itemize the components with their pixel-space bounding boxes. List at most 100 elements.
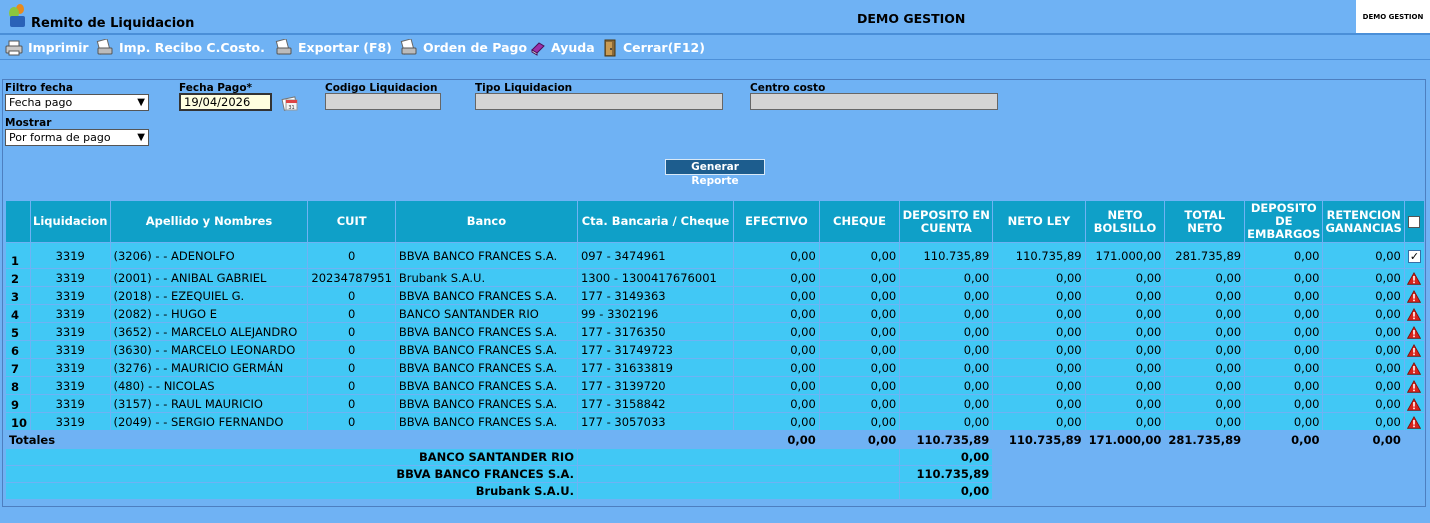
efectivo-cell: 0,00 <box>733 304 820 323</box>
table-row[interactable]: 6 3319 (3630) - - MARCELO LEONARDO 0 BBVA BA… <box>4 340 1426 359</box>
mostrar-label: Mostrar <box>5 117 52 129</box>
close-button[interactable]: Cerrar(F12) <box>602 38 705 57</box>
banco-cell: BANCO SANTANDER RIO <box>394 304 578 323</box>
warning-icon[interactable] <box>1407 289 1422 303</box>
table-row[interactable]: 1 3319 (3206) - - ADENOLFO 0 BBVA BANCO FRAN… <box>4 242 1426 269</box>
generar-reporte-button[interactable]: Generar Reporte <box>665 159 765 187</box>
warning-icon[interactable] <box>1407 379 1422 393</box>
title-bar-background <box>0 0 1356 33</box>
col-header-efectivo[interactable]: EFECTIVO <box>733 200 820 243</box>
row-warning[interactable] <box>1403 340 1426 359</box>
total-neto-cell: 0,00 <box>1164 268 1246 287</box>
checkmark-icon[interactable]: ✓ <box>1407 249 1421 263</box>
col-header-select-all[interactable] <box>1403 200 1426 243</box>
fecha-pago-input[interactable]: 19/04/2026 <box>179 93 272 111</box>
warning-icon[interactable] <box>1407 343 1422 357</box>
row-warning[interactable] <box>1403 376 1426 395</box>
cheque-cell: 0,00 <box>818 376 901 395</box>
efectivo-cell: 0,00 <box>733 286 820 305</box>
row-warning[interactable] <box>1403 286 1426 305</box>
col-header-index <box>4 200 32 243</box>
chevron-down-icon: ▼ <box>137 97 145 108</box>
table-row[interactable]: 2 3319 (2001) - - ANIBAL GABRIEL 2023478795… <box>4 268 1426 287</box>
mostrar-select[interactable]: Por forma de pago ▼ <box>5 129 149 146</box>
row-warning[interactable] <box>1403 412 1426 431</box>
total-embargos: 0,00 <box>1244 430 1324 449</box>
warning-icon[interactable] <box>1407 307 1422 321</box>
retencion-cell: 0,00 <box>1322 322 1405 341</box>
company-name: DEMO GESTION <box>857 11 966 26</box>
col-header-embargos[interactable]: DEPOSITO DE EMBARGOS <box>1244 200 1324 243</box>
table-row[interactable]: 8 3319 (480) - - NICOLAS 0 BBVA BANCO FRANCE… <box>4 376 1426 395</box>
row-warning[interactable] <box>1403 322 1426 341</box>
col-header-cheque[interactable]: CHEQUE <box>818 200 901 243</box>
centro-costo-input[interactable] <box>750 93 998 110</box>
banco-cell: BBVA BANCO FRANCES S.A. <box>394 242 578 269</box>
retencion-cell: 0,00 <box>1322 304 1405 323</box>
banco-cell: BBVA BANCO FRANCES S.A. <box>394 394 578 413</box>
export-button[interactable]: Exportar (F8) <box>275 38 392 57</box>
deposito-cell: 0,00 <box>899 394 994 413</box>
help-button[interactable]: Ayuda <box>530 38 595 57</box>
cta-cell: 99 - 3302196 <box>576 304 735 323</box>
retencion-cell: 0,00 <box>1322 358 1405 377</box>
row-checkbox[interactable]: ✓ <box>1403 242 1426 269</box>
efectivo-cell: 0,00 <box>733 376 820 395</box>
bank-total-value: 0,00 <box>899 448 994 466</box>
warning-icon[interactable] <box>1407 271 1422 285</box>
row-index: 8 <box>4 376 32 395</box>
total-neto-ley: 110.735,89 <box>992 430 1086 449</box>
warning-icon[interactable] <box>1407 361 1422 375</box>
col-header-liquidacion[interactable]: Liquidacion <box>30 200 111 243</box>
calendar-icon[interactable]: 31 <box>281 94 299 112</box>
table-row[interactable]: 3 3319 (2018) - - EZEQUIEL G. 0 BBVA BANCO F… <box>4 286 1426 305</box>
col-header-banco[interactable]: Banco <box>394 200 578 243</box>
bank-total-value: 0,00 <box>899 482 994 500</box>
bank-total-row: BANCO SANTANDER RIO 0,00 <box>5 448 1425 466</box>
col-header-cta[interactable]: Cta. Bancaria / Cheque <box>576 200 735 243</box>
row-index: 4 <box>4 304 32 323</box>
deposito-cell: 0,00 <box>899 268 994 287</box>
cheque-cell: 0,00 <box>818 358 901 377</box>
nombre-cell: (2082) - - HUGO E <box>109 304 309 323</box>
col-header-neto-bolsillo[interactable]: NETO BOLSILLO <box>1084 200 1166 243</box>
total-retencion: 0,00 <box>1322 430 1405 449</box>
cheque-cell: 0,00 <box>818 268 901 287</box>
row-warning[interactable] <box>1403 268 1426 287</box>
table-row[interactable]: 7 3319 (3276) - - MAURICIO GERMÁN 0 BBVA BAN… <box>4 358 1426 377</box>
codigo-liquidacion-input[interactable] <box>325 93 441 110</box>
table-row[interactable]: 9 3319 (3157) - - RAUL MAURICIO 0 BBVA BANCO… <box>4 394 1426 413</box>
filtro-fecha-select[interactable]: Fecha pago ▼ <box>5 94 149 111</box>
col-header-cuit[interactable]: CUIT <box>307 200 396 243</box>
col-header-deposito[interactable]: DEPOSITO EN CUENTA <box>899 200 994 243</box>
col-header-neto-ley[interactable]: NETO LEY <box>992 200 1086 243</box>
select-all-checkbox[interactable] <box>1408 215 1421 228</box>
warning-icon[interactable] <box>1407 325 1422 339</box>
row-warning[interactable] <box>1403 304 1426 323</box>
deposito-cell: 0,00 <box>899 412 994 431</box>
table-row[interactable]: 5 3319 (3652) - - MARCELO ALEJANDRO 0 BBVA B… <box>4 322 1426 341</box>
row-warning[interactable] <box>1403 358 1426 377</box>
payment-order-icon <box>400 38 417 55</box>
col-header-total-neto[interactable]: TOTAL NETO <box>1164 200 1246 243</box>
liquidacion-cell: 3319 <box>30 304 111 323</box>
liquidation-table: Liquidacion Apellido y Nombres CUIT Banc… <box>4 200 1426 500</box>
payment-order-button[interactable]: Orden de Pago <box>400 38 527 57</box>
embargos-cell: 0,00 <box>1244 376 1324 395</box>
bank-total-spacer <box>576 465 901 483</box>
warning-icon[interactable] <box>1407 397 1422 411</box>
deposito-cell: 0,00 <box>899 304 994 323</box>
col-header-retencion[interactable]: RETENCION GANANCIAS <box>1322 200 1405 243</box>
print-button[interactable]: Imprimir <box>5 38 89 57</box>
retencion-cell: 0,00 <box>1322 242 1405 269</box>
col-header-nombre[interactable]: Apellido y Nombres <box>109 200 309 243</box>
table-row[interactable]: 10 3319 (2049) - - SERGIO FERNANDO 0 BBVA BA… <box>4 412 1426 431</box>
tipo-liquidacion-input[interactable] <box>475 93 723 110</box>
banco-cell: BBVA BANCO FRANCES S.A. <box>394 376 578 395</box>
row-warning[interactable] <box>1403 394 1426 413</box>
liquidacion-cell: 3319 <box>30 340 111 359</box>
warning-icon[interactable] <box>1407 415 1422 429</box>
print-receipt-button[interactable]: Imp. Recibo C.Costo. <box>96 38 265 57</box>
table-row[interactable]: 4 3319 (2082) - - HUGO E 0 BANCO SANTANDER R… <box>4 304 1426 323</box>
neto-ley-cell: 0,00 <box>992 394 1086 413</box>
